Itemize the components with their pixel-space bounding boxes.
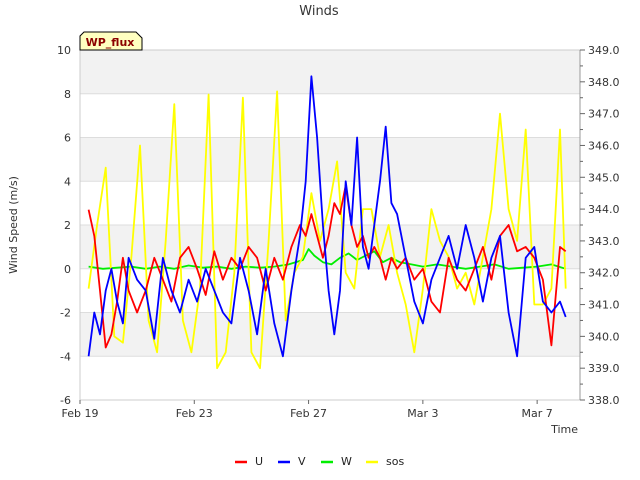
y-tick-label: 2 (64, 219, 71, 232)
legend-label: W (341, 455, 352, 468)
y-right-tick-label: 339.0 (588, 362, 620, 375)
y-right-tick-label: 348.0 (588, 76, 620, 89)
plot-band (80, 50, 580, 94)
left-axis: -6 -4 -2 0 2 4 6 8 10 (57, 44, 71, 407)
legend-item-U: U (235, 455, 263, 468)
y-right-tick-label: 340.0 (588, 330, 620, 343)
y-right-tick-label: 345.0 (588, 171, 620, 184)
y-tick-label: 4 (64, 175, 71, 188)
y-axis-label: Wind Speed (m/s) (7, 176, 20, 274)
winds-chart: -6-4-20246810 338.0339.0340.0341.0342.03… (7, 4, 620, 468)
y-tick-label: -6 (60, 394, 71, 407)
y-tick-label: 10 (57, 44, 71, 57)
y-right-tick-label: 346.0 (588, 139, 620, 152)
y-right-tick-label: 349.0 (588, 44, 620, 57)
x-tick-label: Feb 27 (290, 407, 327, 420)
badge-label: WP_flux (86, 36, 135, 49)
y-right-tick-label: 341.0 (588, 299, 620, 312)
plot-band (80, 356, 580, 400)
y-tick-label: -2 (60, 307, 71, 320)
y-right-tick-label: 347.0 (588, 108, 620, 121)
legend-item-V: V (278, 455, 306, 468)
plot-band (80, 93, 580, 138)
y-tick-label: 6 (64, 132, 71, 145)
x-tick-label: Mar 3 (407, 407, 438, 420)
y-tick-label: -4 (60, 350, 71, 363)
chart-title: Winds (299, 4, 339, 19)
site-badge: WP_flux (79, 31, 143, 51)
x-tick-label: Feb 23 (176, 407, 213, 420)
y-tick-label: 0 (64, 263, 71, 276)
y-right-tick-label: 344.0 (588, 203, 620, 216)
x-tick-label: Feb 19 (62, 407, 99, 420)
legend-label: V (298, 455, 306, 468)
legend-item-W: W (321, 455, 352, 468)
y-right-tick-label: 338.0 (588, 394, 620, 407)
right-axis: 338.0 339.0 340.0 341.0 342.0 343.0 344.0 345.0… (579, 44, 620, 407)
legend-label: sos (386, 455, 404, 468)
x-axis-label: Time (550, 423, 578, 436)
y-tick-label: 8 (64, 88, 71, 101)
legend: U V Wsos (235, 455, 404, 468)
legend-label: U (255, 455, 263, 468)
legend-item-sos: sos (366, 455, 404, 468)
y-right-tick-label: 342.0 (588, 267, 620, 280)
x-axis: Feb 19 Feb 23 Feb 27 Mar 3 Mar 7 (62, 400, 553, 420)
x-tick-label: Mar 7 (522, 407, 553, 420)
y-right-tick-label: 343.0 (588, 235, 620, 248)
